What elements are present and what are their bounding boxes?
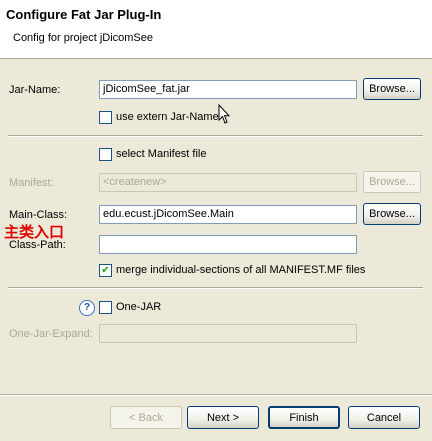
main-class-browse-button[interactable]: Browse... [363,203,421,225]
jar-name-label: Jar-Name: [9,84,61,96]
class-path-input[interactable] [99,235,357,254]
one-jar-checkbox[interactable] [99,301,112,314]
mouse-cursor-icon [218,104,231,124]
dialog-header: Configure Fat Jar Plug-In Config for pro… [0,0,432,59]
extern-jar-name-label: use extern Jar-Name [116,111,219,123]
class-path-label: Class-Path: [9,239,66,251]
select-manifest-label: select Manifest file [116,148,207,160]
jar-browse-button[interactable]: Browse... [363,78,421,100]
dialog-subtitle: Config for project jDicomSee [13,32,154,44]
main-class-label: Main-Class: [9,209,68,221]
jar-name-input[interactable]: jDicomSee_fat.jar [99,80,357,99]
one-jar-label: One-JAR [116,301,162,313]
one-jar-expand-label: One-Jar-Expand: [9,328,93,340]
extern-jar-name-checkbox[interactable] [99,111,112,124]
one-jar-expand-input[interactable] [99,324,357,343]
checkmark-icon: ✔ [101,265,110,276]
manifest-input[interactable]: <createnew> [99,173,357,192]
manifest-label: Manifest: [9,177,54,189]
help-icon[interactable]: ? [79,300,95,316]
back-button[interactable]: < Back [110,406,182,429]
finish-button[interactable]: Finish [268,406,340,429]
merge-sections-checkbox[interactable]: ✔ [99,264,112,277]
separator [8,135,423,137]
manifest-browse-button[interactable]: Browse... [363,171,421,193]
select-manifest-checkbox[interactable] [99,148,112,161]
next-button[interactable]: Next > [187,406,259,429]
separator [0,394,432,396]
cancel-button[interactable]: Cancel [348,406,420,429]
merge-sections-label: merge individual-sections of all MANIFES… [116,264,366,276]
main-class-input[interactable]: edu.ecust.jDicomSee.Main [99,205,357,224]
separator [8,287,423,289]
dialog-title: Configure Fat Jar Plug-In [6,7,162,22]
